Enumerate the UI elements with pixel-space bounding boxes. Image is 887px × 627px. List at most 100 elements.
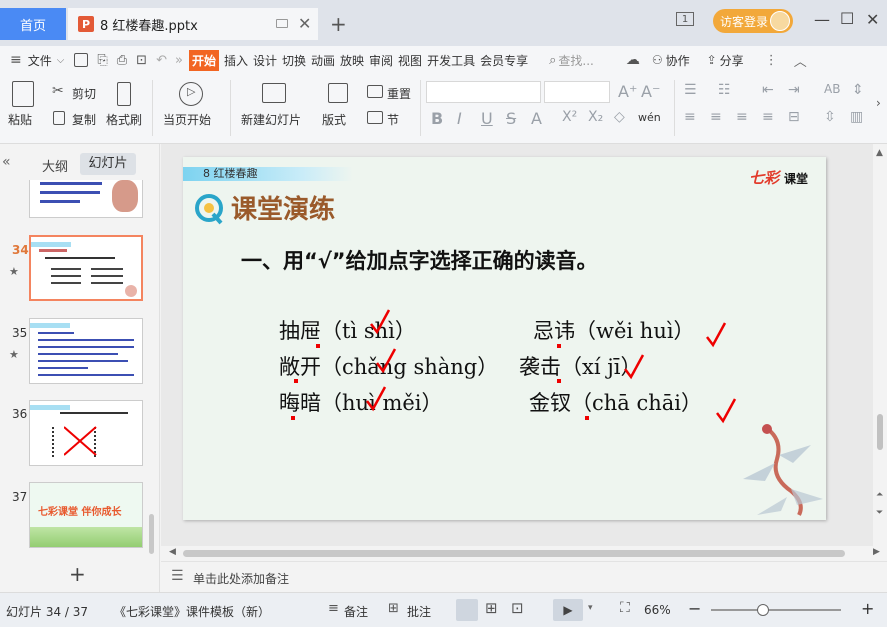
collapse-panel-icon[interactable]: « bbox=[2, 154, 11, 170]
menu-file[interactable]: 文件 bbox=[28, 52, 52, 69]
tab-slides[interactable]: 幻灯片 bbox=[80, 153, 136, 175]
minimize-icon[interactable]: — bbox=[814, 10, 830, 29]
collapse-ribbon-icon[interactable]: ︿ bbox=[794, 51, 807, 70]
tab-outline[interactable]: 大纲 bbox=[42, 156, 68, 175]
slide-thumbnail-34[interactable] bbox=[29, 235, 143, 301]
font-family-dropdown[interactable] bbox=[426, 81, 541, 103]
menu-design[interactable]: 设计 bbox=[253, 52, 277, 69]
cloud-sync-icon[interactable]: ☁ bbox=[626, 52, 640, 68]
slide-thumbnail-36[interactable] bbox=[29, 400, 143, 466]
share-button[interactable]: 分享 bbox=[720, 52, 744, 69]
menu-developer[interactable]: 开发工具 bbox=[427, 52, 475, 69]
columns-icon[interactable]: ▥ bbox=[850, 109, 863, 125]
zoom-value[interactable]: 66% bbox=[644, 603, 671, 617]
more-quick-icon[interactable]: » bbox=[175, 53, 183, 68]
sorter-view-icon[interactable]: ⊞ bbox=[485, 599, 498, 617]
bold-icon[interactable]: B bbox=[431, 109, 443, 128]
monitor-icon[interactable] bbox=[276, 19, 288, 28]
italic-icon[interactable]: I bbox=[457, 109, 462, 128]
increase-font-icon[interactable]: A⁺ bbox=[618, 82, 637, 101]
section-button[interactable]: 节 bbox=[387, 111, 399, 128]
superscript-icon[interactable]: X² bbox=[562, 109, 577, 125]
slide-thumbnail-37[interactable]: 七彩课堂 伴你成长 bbox=[29, 482, 143, 548]
print-preview-icon[interactable]: ⊡ bbox=[136, 53, 147, 68]
decrease-indent-icon[interactable]: ⇤ bbox=[762, 82, 774, 98]
strikethrough-icon[interactable]: S bbox=[506, 109, 516, 128]
distribute-icon[interactable]: ⊟ bbox=[788, 109, 800, 125]
paste-icon[interactable] bbox=[12, 81, 34, 107]
vertical-scroll-thumb[interactable] bbox=[877, 414, 883, 450]
format-painter-button[interactable]: 格式刷 bbox=[106, 111, 142, 128]
zoom-out-icon[interactable]: − bbox=[688, 599, 701, 618]
maximize-icon[interactable]: ☐ bbox=[840, 9, 854, 28]
increase-indent-icon[interactable]: ⇥ bbox=[788, 82, 800, 98]
home-tab[interactable]: 首页 bbox=[0, 8, 66, 40]
zoom-slider-knob[interactable] bbox=[757, 604, 770, 616]
scroll-left-icon[interactable]: ◀ bbox=[169, 547, 176, 557]
collab-button[interactable]: 协作 bbox=[666, 52, 690, 69]
menu-slideshow[interactable]: 放映 bbox=[340, 52, 364, 69]
close-window-icon[interactable]: ✕ bbox=[866, 10, 879, 29]
subscript-icon[interactable]: X₂ bbox=[588, 109, 603, 125]
align-left-icon[interactable]: ≡ bbox=[684, 109, 696, 125]
font-color-icon[interactable]: A bbox=[531, 109, 542, 128]
slide-thumbnail-35[interactable] bbox=[29, 318, 143, 384]
text-direction-icon[interactable]: AB bbox=[824, 82, 840, 96]
font-size-dropdown[interactable] bbox=[544, 81, 610, 103]
paragraph-spacing-icon[interactable]: ⇳ bbox=[824, 109, 836, 125]
align-right-icon[interactable]: ≡ bbox=[736, 109, 748, 125]
guest-login-button[interactable]: 访客登录 bbox=[713, 9, 793, 33]
close-tab-icon[interactable]: ✕ bbox=[298, 14, 311, 33]
vertical-scrollbar[interactable]: ▲ ⏶ ⏷ bbox=[873, 144, 887, 546]
menu-transition[interactable]: 切换 bbox=[282, 52, 306, 69]
panel-scrollbar[interactable] bbox=[149, 514, 154, 554]
save-icon[interactable] bbox=[74, 53, 89, 67]
slide[interactable]: 8 红楼春趣 七彩 课堂 课堂演练 一、用“√”给加点字选择正确的读音。 抽屉（… bbox=[183, 157, 826, 520]
new-slide-button[interactable]: 新建幻灯片 bbox=[241, 111, 301, 128]
zoom-slider[interactable] bbox=[711, 604, 841, 616]
notes-toggle-button[interactable]: 备注 bbox=[344, 603, 368, 620]
layout-button[interactable]: 版式 bbox=[322, 111, 346, 128]
comment-button[interactable]: 批注 bbox=[407, 603, 431, 620]
menu-start[interactable]: 开始 bbox=[188, 49, 219, 71]
undo-icon[interactable]: ↶ bbox=[156, 53, 167, 68]
fit-window-icon[interactable]: ⛶ bbox=[620, 600, 630, 616]
horizontal-scrollbar[interactable]: ◀ ▶ bbox=[161, 546, 887, 560]
reset-button[interactable]: 重置 bbox=[387, 85, 411, 102]
paste-button[interactable]: 粘贴 bbox=[8, 111, 32, 128]
eraser-icon[interactable]: ◇ bbox=[614, 109, 625, 125]
reading-view-icon[interactable]: ⊡ bbox=[511, 599, 524, 617]
horizontal-scroll-thumb[interactable] bbox=[183, 550, 845, 557]
menu-insert[interactable]: 插入 bbox=[224, 52, 248, 69]
notes-placeholder[interactable]: 单击此处添加备注 bbox=[193, 570, 289, 587]
template-name[interactable]: 《七彩课堂》课件模板（新） bbox=[114, 603, 270, 620]
next-slide-icon[interactable]: ⏷ bbox=[876, 508, 883, 518]
normal-view-icon[interactable] bbox=[456, 599, 478, 621]
slide-thumbnail-33[interactable] bbox=[29, 180, 143, 218]
numbered-list-icon[interactable]: ☷ bbox=[718, 82, 731, 98]
add-slide-button[interactable]: + bbox=[69, 562, 86, 586]
bullet-list-icon[interactable]: ☰ bbox=[684, 82, 697, 98]
prev-slide-icon[interactable]: ⏶ bbox=[876, 490, 883, 500]
ribbon-scroll-right-icon[interactable]: › bbox=[876, 96, 881, 110]
phonetic-guide-button[interactable]: wén bbox=[638, 111, 661, 124]
window-count-icon[interactable]: 1 bbox=[676, 12, 694, 26]
justify-icon[interactable]: ≡ bbox=[762, 109, 774, 125]
export-icon[interactable]: ⎘ bbox=[97, 53, 107, 68]
search-input[interactable]: 查找... bbox=[558, 52, 593, 69]
hamburger-icon[interactable]: ≡ bbox=[10, 52, 22, 68]
scroll-right-icon[interactable]: ▶ bbox=[873, 547, 880, 557]
line-spacing-icon[interactable]: ⇕ bbox=[852, 82, 864, 98]
new-tab-button[interactable]: + bbox=[330, 12, 347, 36]
cut-button[interactable]: 剪切 bbox=[72, 85, 96, 102]
menu-animation[interactable]: 动画 bbox=[311, 52, 335, 69]
print-icon[interactable]: ⎙ bbox=[117, 53, 127, 68]
notes-area[interactable]: ☰ 单击此处添加备注 bbox=[161, 561, 887, 592]
align-center-icon[interactable]: ≡ bbox=[710, 109, 722, 125]
menu-view[interactable]: 视图 bbox=[398, 52, 422, 69]
from-current-button[interactable]: 当页开始 bbox=[163, 111, 211, 128]
menu-review[interactable]: 审阅 bbox=[369, 52, 393, 69]
slideshow-options-icon[interactable]: ▾ bbox=[588, 603, 593, 613]
more-options-icon[interactable]: ⋮ bbox=[765, 53, 778, 68]
slideshow-play-icon[interactable]: ▶ bbox=[553, 599, 583, 621]
